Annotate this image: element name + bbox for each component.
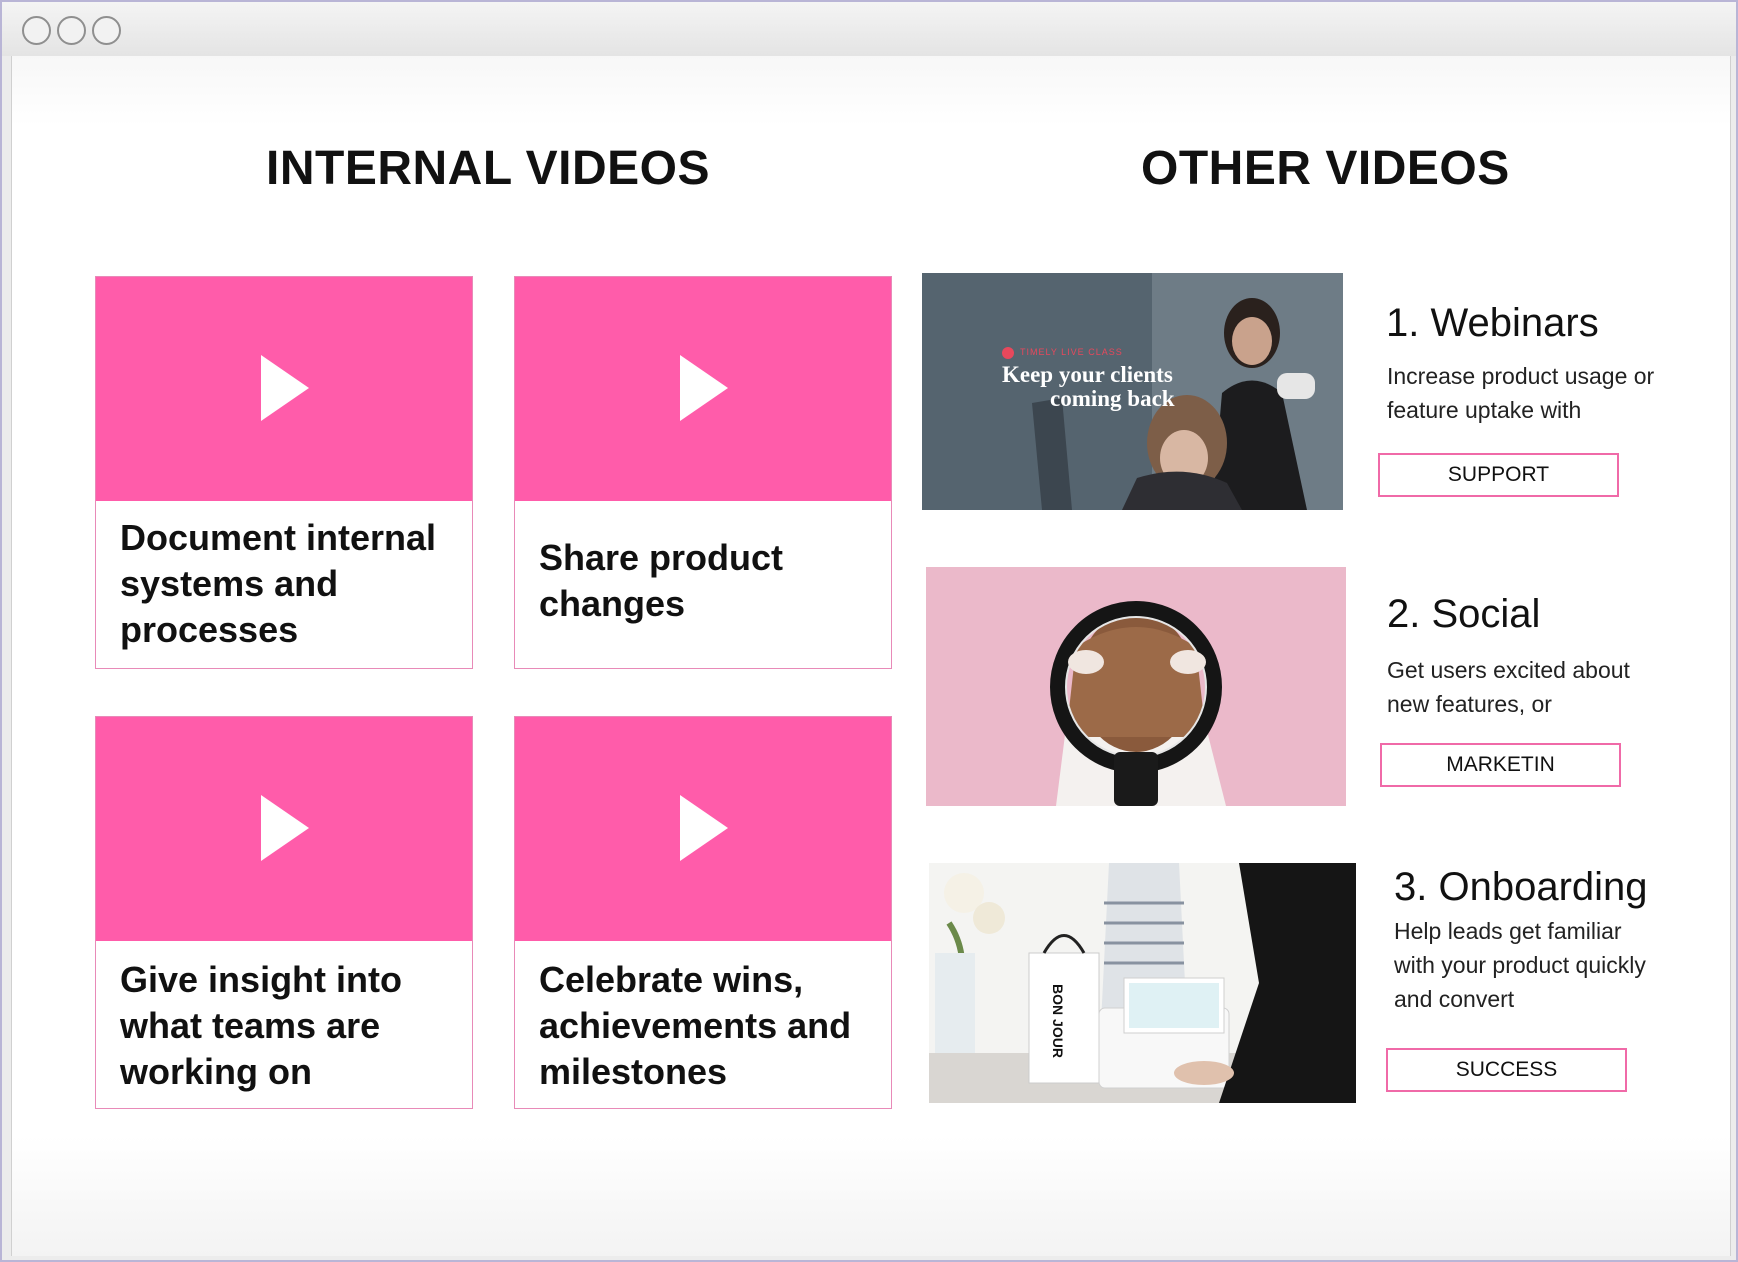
social-scene-image <box>926 567 1346 806</box>
browser-window: INTERNAL VIDEOS Document internal system… <box>0 0 1738 1262</box>
webinars-title: 1. Webinars <box>1386 301 1599 345</box>
onboarding-video-thumbnail[interactable]: BON JOUR <box>929 863 1356 1103</box>
support-button[interactable]: SUPPORT <box>1378 453 1619 497</box>
video-card-title: Celebrate wins, achievements and milesto… <box>539 959 852 1092</box>
close-window-button[interactable] <box>22 16 51 45</box>
internal-video-card[interactable]: Celebrate wins, achievements and milesto… <box>514 716 892 1109</box>
success-button[interactable]: SUCCESS <box>1386 1048 1627 1092</box>
webinar-thumb-caption-line1: Keep your clients <box>1002 362 1173 387</box>
play-icon[interactable] <box>680 355 728 421</box>
video-thumbnail[interactable] <box>96 277 472 501</box>
webinar-thumb-caption-line2: coming back <box>1050 386 1175 411</box>
video-thumbnail[interactable] <box>96 717 472 941</box>
video-card-title: Document internal systems and processes <box>120 517 437 650</box>
play-icon[interactable] <box>261 355 309 421</box>
video-thumbnail[interactable] <box>515 277 891 501</box>
webinars-description: Increase product usage or feature uptake… <box>1387 363 1655 423</box>
social-title: 2. Social <box>1387 592 1541 636</box>
internal-video-card[interactable]: Give insight into what teams are working… <box>95 716 473 1109</box>
maximize-window-button[interactable] <box>92 16 121 45</box>
video-thumbnail[interactable] <box>515 717 891 941</box>
onboarding-description: Help leads get familiar with your produc… <box>1394 918 1646 1012</box>
bag-text: BON JOUR <box>1049 984 1066 1058</box>
webinar-thumb-caption: Keep your clients coming back <box>1002 363 1175 411</box>
webinar-thumb-tag: TIMELY LIVE CLASS <box>1020 347 1123 357</box>
social-description: Get users excited about new features, or <box>1387 657 1630 717</box>
play-icon[interactable] <box>680 795 728 861</box>
minimize-window-button[interactable] <box>57 16 86 45</box>
internal-videos-heading: INTERNAL VIDEOS <box>266 142 710 195</box>
internal-video-card[interactable]: Share product changes <box>514 276 892 669</box>
onboarding-title: 3. Onboarding <box>1394 865 1648 909</box>
video-card-title: Give insight into what teams are working… <box>120 959 403 1092</box>
other-videos-heading: OTHER VIDEOS <box>1141 142 1510 195</box>
window-titlebar <box>2 2 1736 56</box>
social-video-thumbnail[interactable] <box>926 567 1346 806</box>
webinar-video-thumbnail[interactable]: TIMELY LIVE CLASS Keep your clients comi… <box>922 273 1343 510</box>
onboarding-scene-image <box>929 863 1356 1103</box>
play-icon[interactable] <box>261 795 309 861</box>
video-card-title: Share product changes <box>539 537 784 624</box>
live-dot-icon <box>1002 347 1014 359</box>
marketing-button[interactable]: MARKETIN <box>1380 743 1621 787</box>
page-content: INTERNAL VIDEOS Document internal system… <box>11 56 1731 1256</box>
internal-video-card[interactable]: Document internal systems and processes <box>95 276 473 669</box>
